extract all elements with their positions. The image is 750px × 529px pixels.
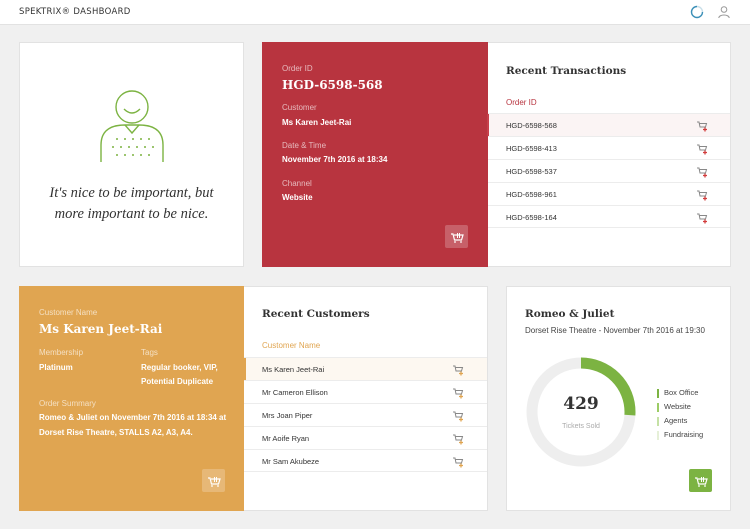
legend-swatch [657, 403, 659, 412]
membership-value: Platinum [39, 363, 73, 372]
legend-swatch [657, 417, 659, 426]
legend-label: Box Office [664, 388, 699, 397]
legend-swatch [657, 431, 659, 440]
customer-name-column-header: Customer Name [262, 341, 321, 350]
basket-add-icon[interactable] [452, 363, 465, 376]
customer-value: Ms Karen Jeet-Rai [282, 118, 352, 127]
channel-label: Channel [282, 179, 312, 188]
customer-row-name: Mr Sam Akubeze [262, 457, 320, 466]
datetime-value: November 7th 2016 at 18:34 [282, 155, 388, 164]
basket-add-icon[interactable] [452, 386, 465, 399]
basket-add-icon[interactable] [696, 142, 709, 155]
transaction-row[interactable]: HGD-6598-537 [488, 159, 730, 182]
basket-add-icon[interactable] [696, 165, 709, 178]
legend-label: Agents [664, 416, 688, 425]
order-id-value: HGD-6598-568 [282, 78, 383, 92]
quote-text: It's nice to be important, but more impo… [30, 183, 233, 225]
transaction-row[interactable]: HGD-6598-413 [488, 136, 730, 159]
transaction-order-id: HGD-6598-568 [506, 121, 557, 130]
channel-value: Website [282, 193, 313, 202]
customer-row-name: Mr Aoife Ryan [262, 434, 310, 443]
basket-add-icon[interactable] [696, 119, 709, 132]
customer-name-value: Ms Karen Jeet-Rai [39, 322, 163, 336]
smiling-person-icon [100, 90, 164, 162]
basket-add-icon[interactable] [452, 455, 465, 468]
basket-icon [207, 476, 221, 487]
transaction-row[interactable]: HGD-6598-164 [488, 205, 730, 228]
customer-basket-button[interactable] [202, 469, 225, 492]
quote-card: It's nice to be important, but more impo… [19, 42, 244, 267]
quote-line-2: more important to be nice. [54, 206, 209, 222]
show-subtitle: Dorset Rise Theatre - November 7th 2016 … [525, 326, 705, 335]
basket-add-icon[interactable] [696, 211, 709, 224]
refresh-icon[interactable] [690, 5, 704, 19]
tags-value-line-2: Potential Duplicate [141, 377, 214, 386]
transactions-title: Recent Transactions [506, 65, 627, 77]
basket-add-icon[interactable] [696, 188, 709, 201]
order-summary-label: Order Summary [39, 399, 96, 408]
legend-item: Box Office [657, 388, 703, 402]
legend-label: Fundraising [664, 430, 704, 439]
order-id-column-header: Order ID [506, 98, 537, 107]
tags-value-line-1: Regular booker, VIP, [141, 363, 218, 372]
recent-customers-card: Recent Customers Customer Name Ms Karen … [244, 286, 488, 511]
customer-detail-card: Customer Name Ms Karen Jeet-Rai Membersh… [19, 286, 245, 511]
customer-row[interactable]: Mr Cameron Ellison [244, 380, 487, 403]
basket-icon [450, 232, 464, 243]
customer-row[interactable]: Ms Karen Jeet-Rai [244, 357, 487, 380]
user-icon[interactable] [717, 5, 731, 19]
show-basket-button[interactable] [689, 469, 712, 492]
transaction-order-id: HGD-6598-537 [506, 167, 557, 176]
order-basket-button[interactable] [445, 225, 468, 248]
order-id-label: Order ID [282, 64, 313, 73]
show-title: Romeo & Juliet [525, 308, 615, 320]
customers-title: Recent Customers [262, 308, 370, 320]
customer-name-label: Customer Name [39, 308, 98, 317]
legend-item: Agents [657, 416, 703, 430]
legend-item: Website [657, 402, 703, 416]
sales-channel-legend: Box Office Website Agents Fundraising [657, 388, 703, 444]
customer-label: Customer [282, 103, 317, 112]
transaction-order-id: HGD-6598-413 [506, 144, 557, 153]
order-summary-line-2: Dorset Rise Theatre, STALLS A2, A3, A4. [39, 428, 193, 437]
customer-row[interactable]: Mr Sam Akubeze [244, 449, 487, 472]
legend-swatch [657, 389, 659, 398]
datetime-label: Date & Time [282, 141, 327, 150]
recent-transactions-card: Recent Transactions Order ID HGD-6598-56… [487, 42, 731, 267]
tickets-sold-label: Tickets Sold [562, 423, 600, 430]
transaction-order-id: HGD-6598-961 [506, 190, 557, 199]
quote-line-1: It's nice to be important, but [49, 185, 214, 201]
legend-item: Fundraising [657, 430, 703, 444]
order-summary-line-1: Romeo & Juliet on November 7th 2016 at 1… [39, 413, 227, 422]
basket-add-icon[interactable] [452, 409, 465, 422]
order-detail-card: Order ID HGD-6598-568 Customer Ms Karen … [262, 42, 488, 267]
app-title: SPEKTRIX® DASHBOARD [19, 7, 131, 17]
top-bar: SPEKTRIX® DASHBOARD [0, 0, 750, 25]
membership-label: Membership [39, 348, 84, 357]
legend-label: Website [664, 402, 691, 411]
customer-row-name: Mrs Joan Piper [262, 411, 313, 420]
transaction-order-id: HGD-6598-164 [506, 213, 557, 222]
tags-label: Tags [141, 348, 158, 357]
tickets-sold-count: 429 [563, 394, 599, 414]
customer-row[interactable]: Mr Aoife Ryan [244, 426, 487, 449]
basket-add-icon[interactable] [452, 432, 465, 445]
customer-row[interactable]: Mrs Joan Piper [244, 403, 487, 426]
customer-row-name: Ms Karen Jeet-Rai [262, 365, 325, 374]
basket-icon [694, 476, 708, 487]
transaction-row[interactable]: HGD-6598-568 [487, 113, 730, 136]
transaction-row[interactable]: HGD-6598-961 [488, 182, 730, 205]
customer-row-name: Mr Cameron Ellison [262, 388, 328, 397]
show-sales-card: Romeo & Juliet Dorset Rise Theatre - Nov… [506, 286, 731, 511]
